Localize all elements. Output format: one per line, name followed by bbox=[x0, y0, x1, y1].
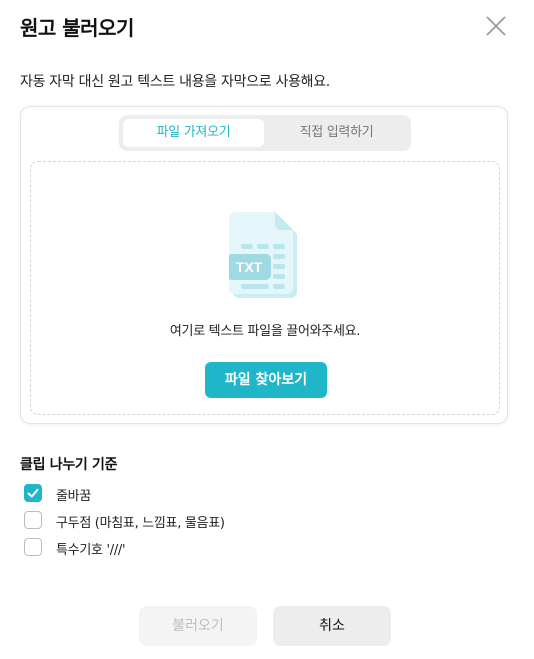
checkbox-punctuation[interactable] bbox=[24, 511, 42, 529]
close-button[interactable] bbox=[482, 12, 510, 40]
checkbox-special-symbol[interactable] bbox=[24, 538, 42, 556]
tab-direct-input[interactable]: 직접 입력하기 bbox=[266, 119, 407, 147]
dialog-title: 원고 불러오기 bbox=[20, 16, 134, 40]
clip-split-title: 클립 나누기 기준 bbox=[20, 457, 118, 473]
option-special-symbol-label: 특수기호 '///' bbox=[56, 543, 126, 558]
file-dropzone[interactable]: TXT 여기로 텍스트 파일을 끌어와주세요. 파일 찾아보기 bbox=[30, 161, 500, 415]
dialog-description: 자동 자막 대신 원고 텍스트 내용을 자막으로 사용해요. bbox=[20, 74, 330, 90]
txt-icon-label: TXT bbox=[236, 259, 263, 275]
option-punctuation-label: 구두점 (마침표, 느낌표, 물음표) bbox=[56, 516, 225, 531]
option-line-break-label: 줄바꿈 bbox=[56, 489, 91, 504]
check-icon bbox=[27, 488, 38, 497]
tab-switcher: 파일 가져오기 직접 입력하기 bbox=[119, 115, 411, 151]
import-panel: 파일 가져오기 직접 입력하기 TXT 여기로 텍스트 파일을 끌어와주세요. … bbox=[20, 106, 508, 424]
txt-file-icon: TXT bbox=[227, 210, 305, 300]
checkbox-line-break[interactable] bbox=[24, 484, 42, 502]
load-button[interactable]: 불러오기 bbox=[139, 606, 257, 646]
tab-file-import[interactable]: 파일 가져오기 bbox=[123, 119, 264, 147]
close-icon bbox=[486, 16, 506, 36]
dropzone-hint: 여기로 텍스트 파일을 끌어와주세요. bbox=[169, 324, 361, 339]
browse-file-button[interactable]: 파일 찾아보기 bbox=[205, 362, 327, 398]
cancel-button[interactable]: 취소 bbox=[273, 606, 391, 646]
